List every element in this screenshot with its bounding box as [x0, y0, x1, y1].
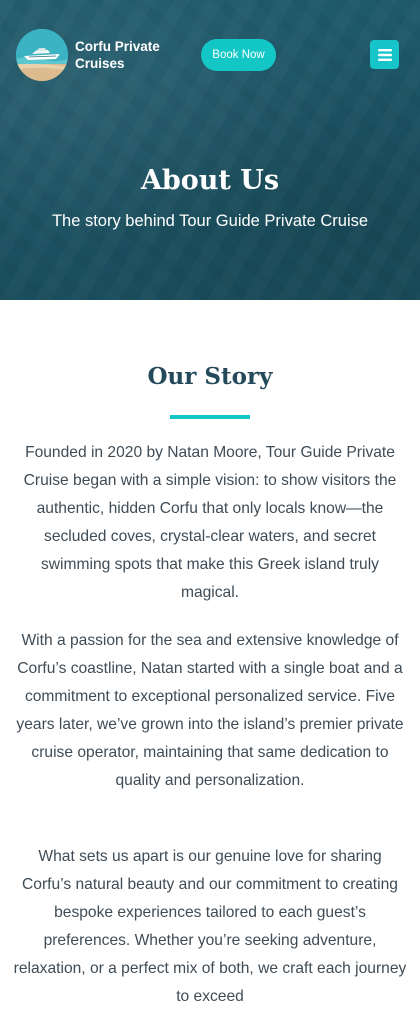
page-subtitle: The story behind Tour Guide Private Crui…: [51, 212, 369, 230]
yacht-logo-icon: [16, 29, 68, 81]
story-paragraph-2: With a passion for the sea and extensive…: [16, 632, 404, 789]
page-title: About Us: [140, 165, 280, 196]
section-title-our-story: Our Story: [147, 363, 273, 390]
brand-name-line1: Corfu Private: [75, 39, 160, 54]
brand-name: Corfu Private Cruises: [75, 38, 185, 72]
section-title-underline: [170, 415, 250, 419]
hamburger-menu-icon: [377, 48, 392, 61]
hero-banner: Corfu Private Cruises Book Now About Us …: [0, 0, 420, 300]
story-paragraph-1: Founded in 2020 by Natan Moore, Tour Gui…: [23, 444, 397, 601]
book-now-button[interactable]: Book Now: [201, 39, 276, 71]
menu-toggle-button[interactable]: [370, 40, 399, 69]
brand-logo-link[interactable]: Corfu Private Cruises: [16, 29, 185, 81]
story-paragraph-3: What sets us apart is our genuine love f…: [13, 848, 407, 1005]
brand-name-line2: Cruises: [75, 56, 125, 71]
